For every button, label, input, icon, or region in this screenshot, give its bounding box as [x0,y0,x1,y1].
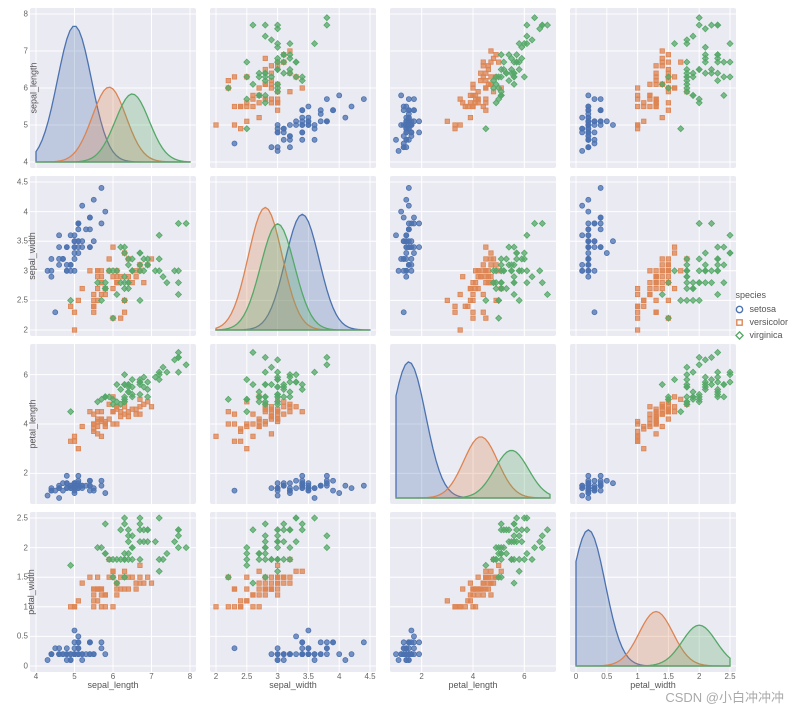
y-ticks: 22.533.544.5 [16,176,28,336]
cell-sepal_width-vs-petal_length [390,176,556,336]
cell-sepal_length-vs-petal_width [570,8,736,168]
x-ticks: 22.533.544.5 [210,672,376,682]
cell-petal_length-vs-petal_width [570,344,736,504]
diamond-icon [735,331,744,340]
x-ticks: 246 [390,672,556,682]
y-axis-label: sepal_length [29,62,39,113]
y-axis-label: petal_length [28,399,38,448]
pairplot-grid: sepal_length45678sepal_width22.533.544.5… [30,8,736,672]
x-ticks: 00.511.522.5 [570,672,736,682]
cell-sepal_length-vs-sepal_length: sepal_length45678 [30,8,196,168]
y-axis-label: sepal_width [27,232,37,280]
legend-item-virginica: virginica [735,330,788,340]
y-ticks: 00.511.522.5 [16,512,28,672]
y-ticks: 45678 [16,8,28,168]
cell-petal_length-vs-petal_length [390,344,556,504]
legend-title: species [735,290,788,300]
cell-sepal_length-vs-petal_length [390,8,556,168]
square-icon [735,318,744,327]
cell-sepal_width-vs-sepal_width [210,176,376,336]
cell-petal_length-vs-sepal_length: petal_length246 [30,344,196,504]
legend: species setosa versicolor virginica [735,290,788,343]
circle-icon [735,305,744,314]
legend-item-versicolor: versicolor [735,317,788,327]
cell-petal_width-vs-petal_length: petal_length246 [390,512,556,672]
cell-petal_width-vs-sepal_width: sepal_width22.533.544.5 [210,512,376,672]
cell-petal_length-vs-sepal_width [210,344,376,504]
watermark: CSDN @小白冲冲冲 [665,687,784,706]
cell-sepal_length-vs-sepal_width [210,8,376,168]
cell-petal_width-vs-sepal_length: petal_width00.511.522.5sepal_length45678 [30,512,196,672]
y-ticks: 246 [16,344,28,504]
x-ticks: 45678 [30,672,196,682]
cell-petal_width-vs-petal_width: petal_width00.511.522.5 [570,512,736,672]
cell-sepal_width-vs-sepal_length: sepal_width22.533.544.5 [30,176,196,336]
cell-sepal_width-vs-petal_width [570,176,736,336]
legend-item-setosa: setosa [735,304,788,314]
